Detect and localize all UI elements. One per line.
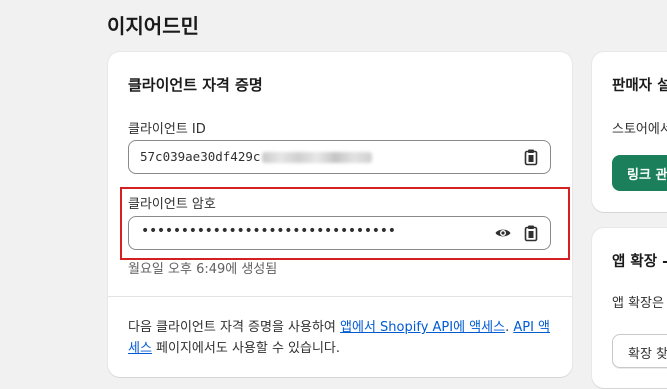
footer-suffix: 페이지에서도 사용할 수 있습니다.	[151, 341, 341, 356]
redacted-text	[262, 152, 373, 163]
eye-icon	[495, 229, 511, 237]
side-card-text: 앱 확장은	[612, 296, 664, 311]
client-id-label: 클라이언트 ID	[128, 122, 206, 137]
side-card-title: 판매자 설	[612, 78, 667, 94]
reveal-secret-button[interactable]	[494, 224, 512, 242]
clipboard-icon	[524, 149, 538, 166]
client-id-field[interactable]: 57c039ae30df429c	[128, 140, 551, 174]
copy-client-secret-button[interactable]	[522, 224, 540, 242]
merchant-settings-card: 판매자 설 스토어에서 링크 관	[592, 52, 667, 212]
credentials-footer: 다음 클라이언트 자격 증명을 사용하여 앱에서 Shopify API에 액세…	[128, 317, 558, 359]
client-secret-label: 클라이언트 암호	[128, 197, 216, 212]
app-extensions-card: 앱 확장 - 앱 확장은 확장 찾	[592, 228, 667, 388]
client-credentials-card: 클라이언트 자격 증명 클라이언트 ID 57c039ae30df429c 클라…	[108, 52, 572, 377]
divider	[108, 296, 572, 297]
client-secret-field[interactable]: ••••••••••••••••••••••••••••••••	[128, 216, 551, 250]
client-id-value: 57c039ae30df429c	[140, 149, 261, 164]
page-title: 이지어드민	[107, 14, 199, 38]
client-id-value-wrap: 57c039ae30df429c	[140, 149, 373, 164]
manage-link-button[interactable]: 링크 관	[612, 155, 667, 191]
card-title: 클라이언트 자격 증명	[128, 76, 263, 94]
find-extensions-button[interactable]: 확장 찾	[612, 334, 667, 368]
footer-prefix: 다음 클라이언트 자격 증명을 사용하여	[128, 320, 341, 335]
clipboard-icon	[524, 225, 538, 242]
created-timestamp: 월요일 오후 6:49에 생성됨	[128, 262, 278, 277]
side-card-text: 스토어에서	[612, 122, 667, 137]
client-secret-masked-value: ••••••••••••••••••••••••••••••••	[141, 223, 396, 239]
copy-client-id-button[interactable]	[522, 148, 540, 166]
access-api-link[interactable]: 앱에서 Shopify API에 액세스	[340, 320, 505, 335]
side-card-title: 앱 확장 -	[612, 254, 667, 270]
